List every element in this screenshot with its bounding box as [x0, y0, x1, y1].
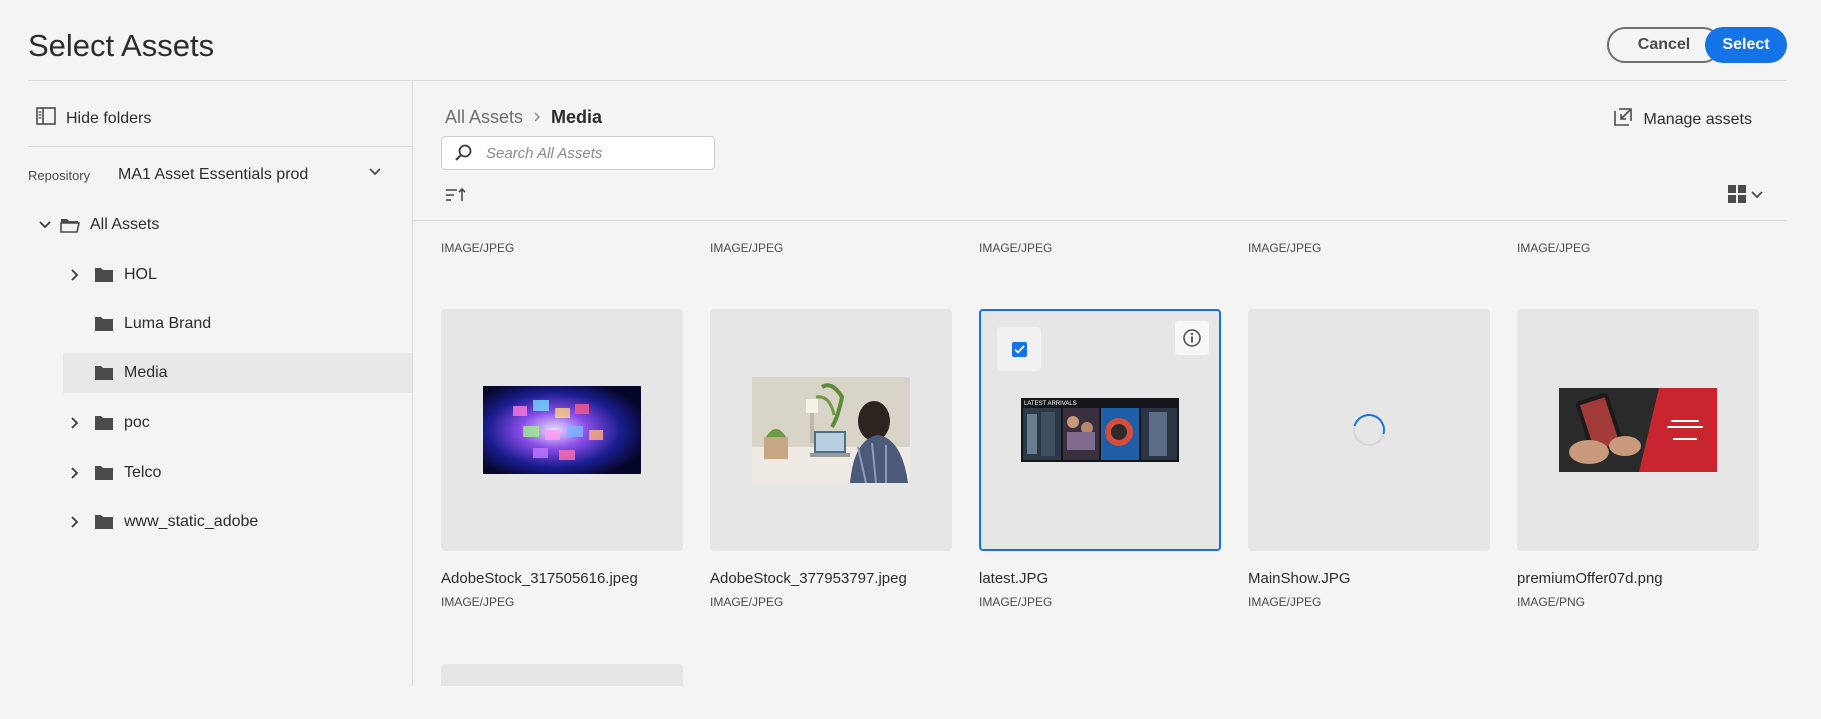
asset-type: IMAGE/JPEG: [441, 241, 515, 255]
chevron-down-icon: [1751, 188, 1763, 206]
tree-item-label: All Assets: [90, 216, 160, 233]
loading-spinner-icon: [1347, 408, 1391, 452]
sort-icon[interactable]: [445, 186, 467, 209]
asset-thumbnail[interactable]: [441, 309, 683, 551]
breadcrumb-current: Media: [551, 107, 603, 127]
tree-item-telco[interactable]: Telco: [63, 453, 412, 493]
premium-offer-image: [1559, 388, 1717, 472]
chevron-right-icon: [533, 107, 541, 128]
tree-item-www-static-adobe[interactable]: www_static_adobe: [63, 502, 412, 542]
asset-card-selected[interactable]: LATEST ARRIVALS latest.JPG IMAGE/JPEG: [979, 309, 1221, 609]
latest-arrivals-image: LATEST ARRIVALS: [1021, 398, 1179, 462]
asset-type: IMAGE/JPEG: [1248, 241, 1322, 255]
breadcrumb-root[interactable]: All Assets: [445, 107, 523, 128]
asset-type: IMAGE/JPEG: [979, 595, 1053, 609]
view-toggle[interactable]: [1727, 184, 1763, 209]
tree-item-label: Telco: [124, 464, 162, 481]
breadcrumb: All Assets Media: [445, 107, 602, 128]
tree-item-label: HOL: [124, 266, 157, 283]
tree-item-media[interactable]: Media: [63, 353, 412, 393]
folder-icon: [94, 316, 114, 332]
tree-item-all-assets[interactable]: All Assets: [38, 205, 412, 245]
checkmark-icon: [1011, 341, 1027, 357]
tree-item-poc[interactable]: poc: [63, 403, 412, 443]
asset-thumbnail[interactable]: [710, 309, 952, 551]
info-icon: [1183, 329, 1201, 347]
asset-browser: All Assets Media Manage assets IMAGE/JPE…: [413, 81, 1787, 686]
chevron-right-icon[interactable]: [68, 269, 82, 281]
asset-card[interactable]: premiumOffer07d.png IMAGE/PNG: [1517, 309, 1759, 609]
svg-text:LATEST ARRIVALS: LATEST ARRIVALS: [1024, 401, 1077, 407]
repository-selector[interactable]: Repository MA1 Asset Essentials prod: [28, 146, 412, 203]
manage-assets-label: Manage assets: [1643, 110, 1752, 128]
tree-item-hol[interactable]: HOL: [63, 255, 412, 295]
panel-toggle-icon: [36, 107, 56, 130]
external-link-icon: [1613, 107, 1633, 132]
asset-thumbnail[interactable]: LATEST ARRIVALS: [979, 309, 1221, 551]
folder-icon: [94, 514, 114, 530]
asset-name: latest.JPG: [979, 570, 1049, 587]
asset-name: premiumOffer07d.png: [1517, 570, 1663, 587]
repository-value: MA1 Asset Essentials prod: [118, 166, 309, 183]
asset-name: AdobeStock_317505616.jpeg: [441, 570, 638, 587]
info-button[interactable]: [1175, 321, 1209, 355]
tree-item-label: Media: [124, 364, 168, 381]
asset-name: MainShow.JPG: [1248, 570, 1351, 587]
tree-item-label: Luma Brand: [124, 315, 212, 332]
asset-type: IMAGE/JPEG: [979, 241, 1053, 255]
divider: [413, 220, 1787, 221]
folder-icon: [94, 267, 114, 283]
folder-icon: [94, 415, 114, 431]
asset-type: IMAGE/JPEG: [710, 595, 784, 609]
folder-icon: [94, 465, 114, 481]
tree-item-label: www_static_adobe: [124, 513, 259, 530]
asset-name: AdobeStock_377953797.jpeg: [710, 570, 907, 587]
chevron-down-icon[interactable]: [38, 219, 52, 231]
asset-type: IMAGE/PNG: [1517, 595, 1586, 609]
repository-label: Repository: [28, 167, 91, 183]
asset-thumbnail[interactable]: [1517, 309, 1759, 551]
grid-view-icon: [1727, 184, 1747, 209]
dialog-title: Select Assets: [28, 28, 215, 63]
person-laptop-image: [752, 377, 910, 483]
tree-item-label: poc: [124, 414, 150, 431]
search-field[interactable]: [441, 136, 715, 170]
chevron-right-icon[interactable]: [68, 467, 82, 479]
select-checkbox[interactable]: [997, 327, 1041, 371]
manage-assets-button[interactable]: Manage assets: [1613, 107, 1752, 132]
hide-folders-label: Hide folders: [66, 109, 152, 127]
folder-open-icon: [60, 217, 80, 233]
colorful-screens-image: [483, 386, 641, 474]
chevron-down-icon[interactable]: [368, 165, 382, 184]
chevron-right-icon[interactable]: [68, 417, 82, 429]
hide-folders-button[interactable]: Hide folders: [36, 107, 151, 130]
asset-card[interactable]: AdobeStock_377953797.jpeg IMAGE/JPEG: [710, 309, 952, 609]
asset-type: IMAGE/JPEG: [710, 241, 784, 255]
chevron-right-icon[interactable]: [68, 516, 82, 528]
folder-sidebar: Hide folders Repository MA1 Asset Essent…: [28, 81, 413, 686]
asset-thumbnail[interactable]: [1248, 309, 1490, 551]
asset-type: IMAGE/JPEG: [441, 595, 515, 609]
asset-type: IMAGE/JPEG: [1517, 241, 1591, 255]
folder-icon: [94, 365, 114, 381]
tree-item-luma-brand[interactable]: Luma Brand: [63, 304, 412, 344]
asset-card[interactable]: AdobeStock_317505616.jpeg IMAGE/JPEG: [441, 309, 683, 609]
cancel-button[interactable]: Cancel: [1607, 27, 1721, 63]
asset-type: IMAGE/JPEG: [1248, 595, 1322, 609]
search-input[interactable]: [484, 143, 688, 163]
search-icon: [454, 144, 472, 162]
dialog-header: Select Assets Cancel Select: [28, 0, 1787, 81]
asset-card[interactable]: MainShow.JPG IMAGE/JPEG: [1248, 309, 1490, 609]
select-button[interactable]: Select: [1705, 27, 1787, 63]
asset-card-partial[interactable]: [441, 664, 683, 686]
